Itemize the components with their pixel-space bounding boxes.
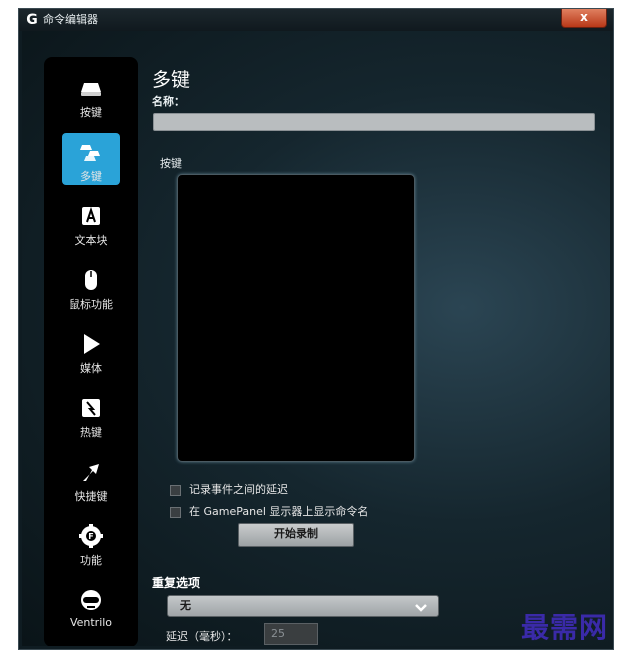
sidebar-item-label: 快捷键 xyxy=(74,490,108,503)
repeat-options-value: 无 xyxy=(180,599,191,612)
record-delays-checkbox[interactable] xyxy=(170,484,181,496)
repeat-options-select[interactable]: 无 xyxy=(167,595,439,617)
sidebar-item-label: 鼠标功能 xyxy=(69,298,113,311)
command-type-sidebar: 按键 多键 文本块 鼠标功能 媒体 热键 快捷键 F 功能 Ventrilo xyxy=(44,57,138,646)
sidebar-item-label: 文本块 xyxy=(74,234,108,247)
sidebar-item-label: 热键 xyxy=(80,426,102,439)
sidebar-item-hotkey[interactable]: 热键 xyxy=(44,391,138,449)
sidebar-item-media[interactable]: 媒体 xyxy=(44,327,138,385)
hotkey-icon xyxy=(78,395,104,421)
mouse-icon xyxy=(78,267,104,293)
keycap-icon xyxy=(78,75,104,101)
repeat-options-label: 重复选项 xyxy=(152,576,201,590)
sidebar-item-label: 媒体 xyxy=(80,362,102,375)
name-label: 名称： xyxy=(152,95,185,108)
sidebar-item-label: Ventrilo xyxy=(69,616,113,629)
page-title: 多键 xyxy=(152,69,191,91)
chevron-down-icon xyxy=(414,600,428,612)
play-icon xyxy=(78,331,104,357)
sidebar-item-shortcut[interactable]: 快捷键 xyxy=(44,455,138,513)
sidebar-item-keystroke[interactable]: 按键 xyxy=(44,71,138,129)
text-block-icon xyxy=(78,203,104,229)
sidebar-item-mouse[interactable]: 鼠标功能 xyxy=(44,263,138,321)
client-area: 按键 多键 文本块 鼠标功能 媒体 热键 快捷键 F 功能 Ventrilo 多… xyxy=(22,31,610,646)
sidebar-item-text-block[interactable]: 文本块 xyxy=(44,199,138,257)
delay-label: 延迟（毫秒）： xyxy=(166,630,238,643)
start-recording-button[interactable]: 开始录制 xyxy=(238,523,354,547)
sidebar-item-label: 多键 xyxy=(80,170,102,183)
sidebar-item-multikey[interactable]: 多键 xyxy=(44,133,138,193)
close-button[interactable]: x xyxy=(561,9,607,28)
record-delays-option[interactable]: 记录事件之间的延迟 xyxy=(170,483,288,499)
svg-text:F: F xyxy=(88,532,93,541)
sidebar-item-label: 按键 xyxy=(80,106,102,119)
title-bar: G 命令编辑器 x xyxy=(19,9,613,31)
show-on-gamepanel-checkbox[interactable] xyxy=(170,506,181,518)
keys-label: 按键 xyxy=(160,157,182,170)
logitech-logo: G xyxy=(26,12,38,28)
sidebar-item-ventrilo[interactable]: Ventrilo xyxy=(44,583,138,641)
show-on-gamepanel-label: 在 GamePanel 显示器上显示命令名 xyxy=(189,505,369,518)
shortcut-arrow-icon xyxy=(78,459,104,485)
show-on-gamepanel-option[interactable]: 在 GamePanel 显示器上显示命令名 xyxy=(170,505,368,521)
function-icon: F xyxy=(78,523,104,549)
watermark-text: 最需网 xyxy=(521,611,609,644)
record-delays-label: 记录事件之间的延迟 xyxy=(189,483,288,496)
sidebar-item-label: 功能 xyxy=(80,554,102,567)
multi-key-icon xyxy=(78,139,104,165)
headset-icon xyxy=(78,587,104,613)
window-title: 命令编辑器 xyxy=(43,13,98,26)
sidebar-item-function[interactable]: F 功能 xyxy=(44,519,138,577)
delay-input[interactable]: 25 xyxy=(264,623,318,645)
name-input[interactable] xyxy=(153,113,595,131)
command-editor-window: G 命令编辑器 x 按键 多键 文本块 鼠标功能 媒体 热键 快捷键 F 功能 … xyxy=(18,8,614,650)
keys-list[interactable] xyxy=(177,174,415,462)
